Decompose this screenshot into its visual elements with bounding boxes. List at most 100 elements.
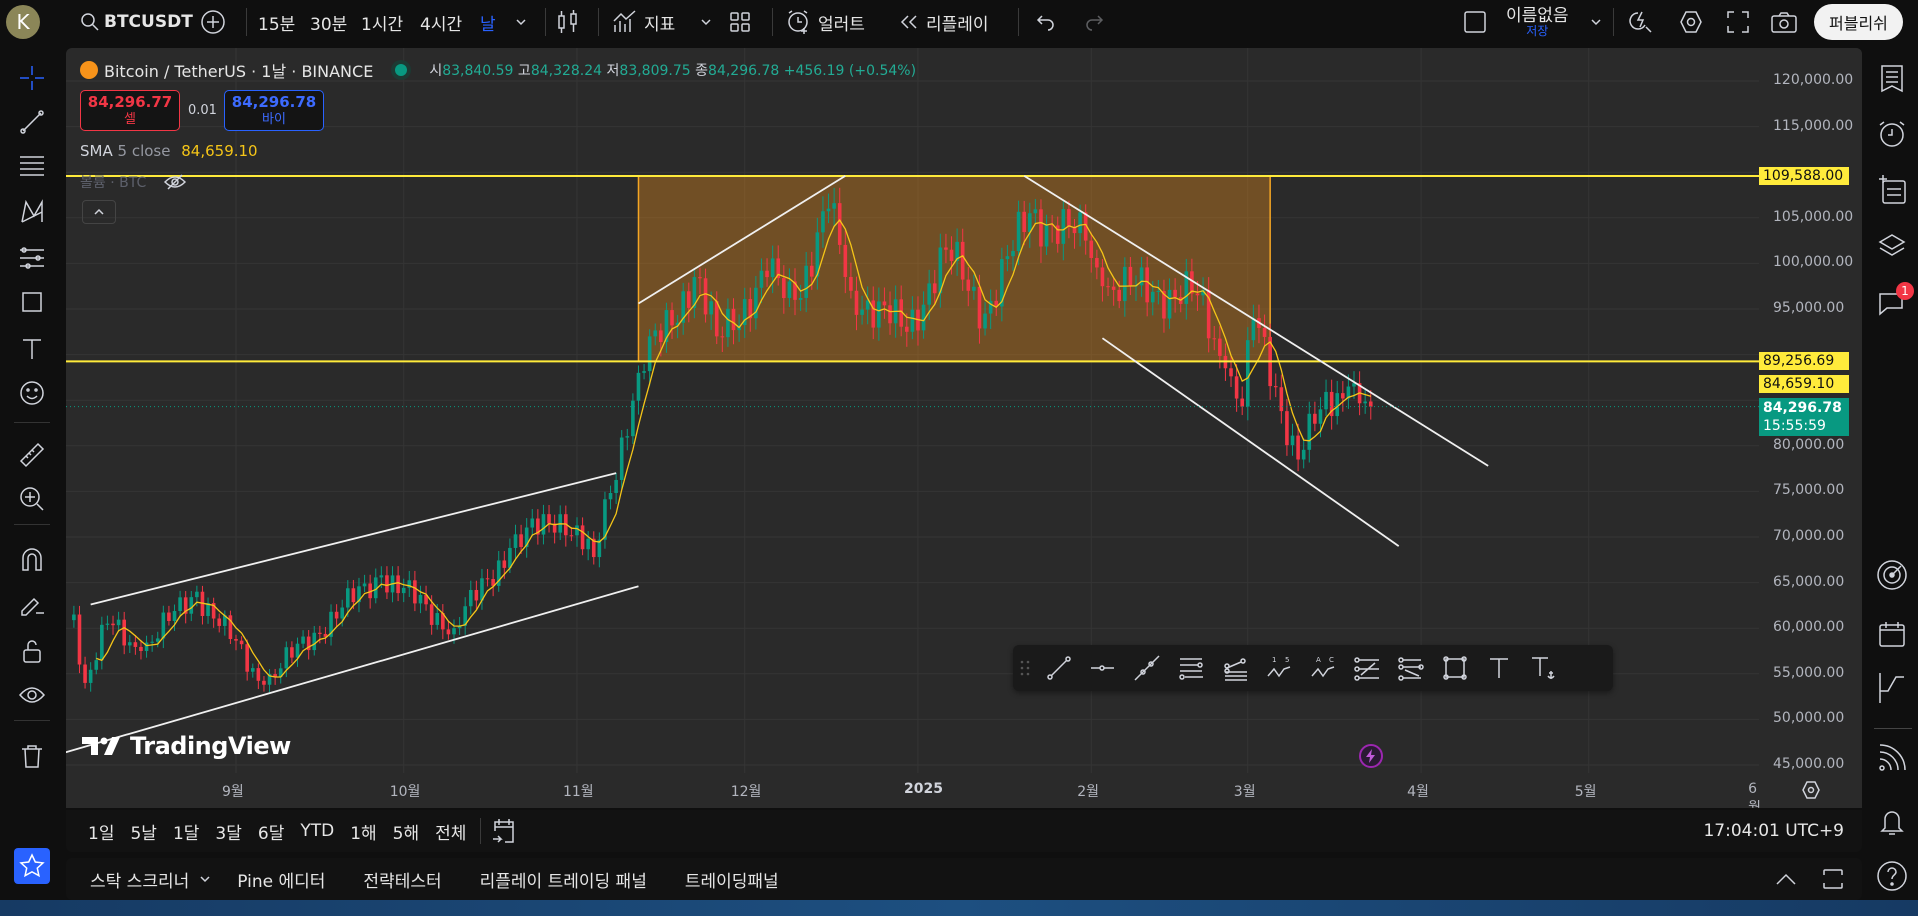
buy-button[interactable]: 84,296.78 바이 [224,90,324,131]
zoom-tool[interactable] [16,483,48,515]
expand-panel-button[interactable] [1774,871,1798,887]
publish-button[interactable]: 퍼블리쉬 [1814,0,1903,44]
goto-date-button[interactable] [491,817,517,845]
chart-type-button[interactable] [556,0,580,44]
clock-timezone[interactable]: 17:04:01 UTC+9 [1703,821,1844,841]
snapshot-button[interactable] [1770,0,1798,44]
range-3m[interactable]: 3달 [215,819,241,844]
indicators-button[interactable]: 지표 [612,0,675,44]
maximize-panel-button[interactable] [1822,868,1844,890]
measure-tool[interactable] [16,439,48,471]
redo-button[interactable] [1084,0,1104,44]
trend-line-tool[interactable] [16,106,48,138]
draw-rectangle[interactable] [1433,648,1477,688]
event-marker[interactable] [1359,744,1383,768]
range-1y[interactable]: 1해 [350,819,376,844]
candle-body [910,309,915,332]
tab-pine-editor[interactable]: Pine 에디터 [237,867,325,892]
time-axis[interactable]: 9월 10월 11월 12월 2025 2월 3월 4월 5월 6월 [66,773,1761,808]
tab-strategy-tester[interactable]: 전략테스터 [363,867,441,892]
object-tree-button[interactable] [1876,230,1908,262]
sma-legend[interactable]: SMA 5 close 84,659.10 [80,142,258,160]
interval-30m[interactable]: 30분 [310,0,347,44]
draw-horizontal-ray[interactable] [1081,648,1125,688]
drag-handle[interactable] [1013,648,1037,688]
layout-name-button[interactable]: 이름없음 저장 [1506,0,1569,44]
screener-dropdown[interactable] [199,873,211,885]
range-5d[interactable]: 5날 [130,819,156,844]
draw-elliott-wave[interactable]: 15 [1257,648,1301,688]
draw-anchored-text[interactable] [1521,648,1565,688]
compare-button[interactable] [200,0,226,44]
axis-settings-button[interactable] [1801,780,1821,804]
remove-drawings-tool[interactable] [16,740,48,772]
chats-button[interactable]: 1 [1876,282,1914,320]
fullscreen-button[interactable] [1726,0,1750,44]
layout-dropdown[interactable] [1590,0,1602,44]
draw-fib-retracement[interactable] [1345,648,1389,688]
lock-drawings-tool[interactable] [16,635,48,667]
range-5y[interactable]: 5해 [393,819,419,844]
range-6m[interactable]: 6달 [258,819,284,844]
draw-parallel-channel[interactable] [1169,648,1213,688]
layouts-button[interactable] [728,0,752,44]
hide-drawings-tool[interactable] [16,679,48,711]
interval-1h[interactable]: 1시간 [361,0,403,44]
notifications-button[interactable] [1876,806,1908,838]
screener-button[interactable] [1876,559,1908,591]
alert-button[interactable]: 얼러트 [786,0,865,44]
settings-button[interactable] [1678,0,1704,44]
volume-legend[interactable]: 볼륨 · BTC [80,172,187,192]
candle-body [111,623,115,626]
price-chart[interactable] [66,48,1862,808]
draw-trend-line[interactable] [1037,648,1081,688]
range-all[interactable]: 전체 [435,819,466,844]
draw-pitchfork[interactable] [1213,648,1257,688]
data-window-button[interactable] [1876,174,1908,206]
tradingview-logo[interactable]: TradingView [82,732,291,760]
alerts-panel-button[interactable] [1876,118,1908,150]
tab-trading-panel[interactable]: 트레이딩패널 [685,867,779,892]
fib-tool[interactable] [16,150,48,182]
options-button[interactable] [1876,672,1908,704]
text-tool[interactable] [16,333,48,365]
draw-text[interactable] [1477,648,1521,688]
drawing-mode-tool[interactable] [16,589,48,621]
shapes-tool[interactable] [16,286,48,318]
range-1m[interactable]: 1달 [173,819,199,844]
draw-abcd-pattern[interactable]: AC [1301,648,1345,688]
replay-button[interactable]: 리플레이 [898,0,989,44]
collapse-legend-button[interactable] [82,200,116,224]
symbol-title[interactable]: Bitcoin / TetherUS · 1날 · BINANCE [104,58,373,82]
indicators-dropdown[interactable] [700,0,712,44]
sell-button[interactable]: 84,296.77 셀 [80,90,180,131]
eye-off-icon[interactable] [164,174,187,190]
forecast-tool[interactable] [16,242,48,274]
magnet-tool[interactable] [16,544,48,576]
calendar-button[interactable] [1876,618,1908,650]
icon-tool[interactable] [16,377,48,409]
candle-body [1016,211,1021,252]
undo-button[interactable] [1036,0,1056,44]
range-1d[interactable]: 1일 [88,819,114,844]
draw-fib-extension[interactable] [1389,648,1433,688]
chart-pane[interactable]: 120,000.00 115,000.00 105,000.00 100,000.00… [66,48,1862,808]
interval-4h[interactable]: 4시간 [420,0,462,44]
tab-stock-screener[interactable]: 스탁 스크리너 [90,867,189,892]
interval-1d[interactable]: 날 [480,0,496,44]
favorites-button[interactable] [14,848,50,884]
interval-dropdown[interactable] [515,0,527,44]
avatar[interactable]: K [6,0,40,44]
quick-search-button[interactable] [1628,0,1654,44]
interval-15m[interactable]: 15분 [258,0,295,44]
range-ytd[interactable]: YTD [300,821,334,841]
stream-button[interactable] [1876,742,1908,774]
crosshair-tool[interactable] [16,62,48,94]
symbol-search[interactable]: BTCUSDT [80,0,193,44]
layout-checkbox[interactable] [1463,0,1487,44]
draw-extended-line[interactable] [1125,648,1169,688]
watchlist-button[interactable] [1876,62,1908,94]
tab-replay-trading-panel[interactable]: 리플레이 트레이딩 패널 [480,867,647,892]
pattern-tool[interactable] [16,196,48,228]
help-button[interactable] [1876,860,1908,892]
